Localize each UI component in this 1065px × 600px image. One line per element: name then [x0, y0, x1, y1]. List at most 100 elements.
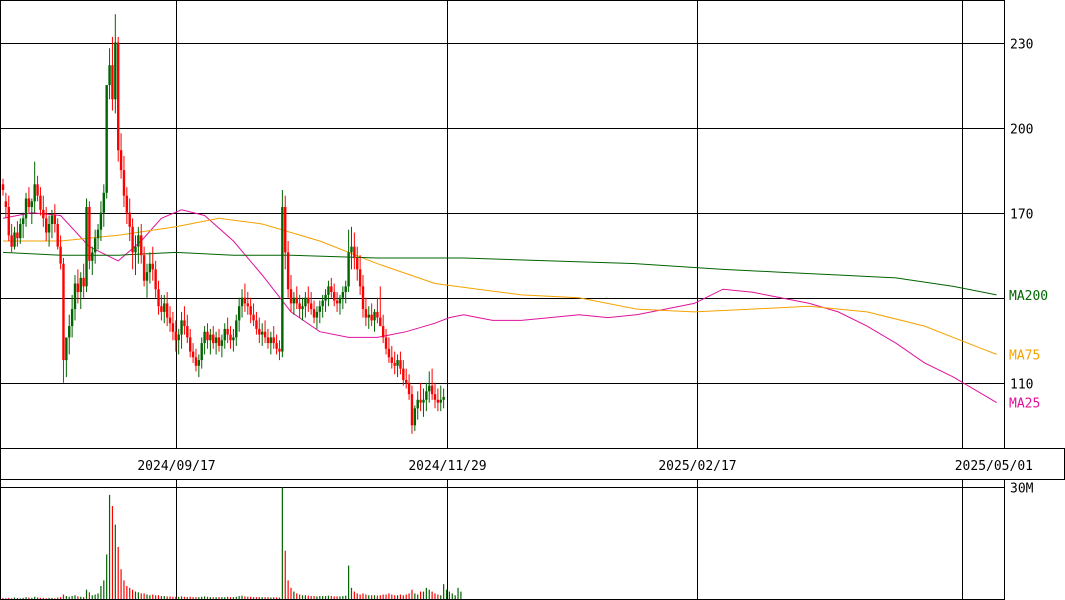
candle-down	[275, 343, 278, 349]
volume-bar	[201, 596, 203, 599]
candle-up	[223, 328, 226, 341]
volume-bar	[180, 596, 183, 599]
volume-bar	[134, 591, 137, 599]
volume-bar	[431, 591, 433, 599]
candle-down	[272, 337, 275, 344]
volume-bar	[322, 596, 324, 599]
candle-down	[295, 297, 298, 304]
candle-down	[165, 303, 169, 318]
candle-down	[56, 224, 59, 247]
candle-up	[321, 300, 324, 307]
candle-down	[168, 317, 172, 324]
volume-bar	[422, 591, 425, 599]
candle-up	[396, 360, 399, 366]
volume-bar	[348, 565, 350, 599]
volume-bar	[238, 596, 240, 599]
volume-bar	[83, 597, 85, 599]
volume-bar	[2, 597, 4, 599]
candle-down	[36, 184, 39, 196]
candle-down	[390, 357, 393, 363]
volume-bar	[232, 597, 234, 599]
candle-down	[154, 269, 157, 290]
volume-bar	[62, 594, 65, 599]
candle-up	[341, 292, 345, 298]
volume-bar	[229, 597, 232, 599]
volume-bar	[97, 593, 99, 599]
volume-bar	[31, 597, 33, 599]
volume-bar	[111, 506, 114, 599]
volume-bar	[28, 597, 30, 599]
candle-up	[304, 297, 307, 307]
price-tick-label: 200	[1010, 123, 1033, 138]
candle-down	[353, 246, 356, 259]
candle-down	[151, 263, 154, 270]
candle-down	[263, 331, 267, 338]
candle-down	[266, 337, 270, 344]
volume-bar	[299, 594, 301, 599]
volume-bar	[261, 597, 263, 599]
volume-bar	[25, 597, 27, 599]
volume-bar	[327, 595, 330, 599]
volume-bar	[270, 597, 272, 599]
candle-up	[347, 252, 350, 287]
candle-down	[128, 212, 131, 227]
volume-bar	[74, 595, 76, 599]
volume-bar	[114, 524, 116, 600]
candle-up	[134, 246, 137, 253]
candle-up	[79, 277, 82, 293]
volume-bar	[445, 589, 448, 599]
volume-bar	[80, 596, 82, 599]
candle-up	[96, 229, 100, 239]
candle-down	[364, 309, 368, 318]
volume-bar	[408, 593, 410, 599]
volume-bar	[402, 595, 404, 599]
volume-bar	[155, 595, 157, 599]
candle-down	[160, 306, 163, 312]
candle-up	[70, 309, 74, 327]
candle-up	[137, 235, 140, 247]
volume-bar	[178, 596, 180, 599]
volume-bar	[258, 597, 260, 599]
candle-down	[436, 399, 440, 403]
volume-bar	[333, 596, 335, 599]
candle-up	[50, 215, 54, 224]
volume-bar	[120, 569, 122, 599]
candle-down	[407, 382, 411, 395]
volume-bar	[247, 596, 249, 599]
volume-bar	[183, 596, 186, 599]
volume-bar	[365, 594, 367, 599]
volume-bar	[160, 596, 162, 599]
candle-down	[309, 303, 313, 310]
volume-bar	[94, 594, 96, 599]
volume-panel-frame	[0, 479, 1005, 600]
volume-bar	[353, 591, 355, 599]
volume-bar	[77, 596, 79, 599]
candle-up	[350, 246, 353, 253]
candle-down	[284, 206, 287, 253]
price-tick-label: 230	[1010, 38, 1033, 53]
volume-bar	[212, 597, 214, 599]
volume-bar	[330, 596, 332, 599]
volume-bar	[359, 594, 361, 599]
candle-down	[289, 289, 293, 304]
candle-up	[102, 192, 105, 213]
volume-bar	[34, 596, 36, 599]
volume-bar	[149, 595, 151, 599]
volume-bar	[411, 589, 413, 599]
candle-down	[206, 331, 209, 341]
candle-down	[189, 337, 192, 352]
volume-bar	[123, 580, 125, 599]
volume-bar	[103, 580, 105, 599]
candle-down	[330, 286, 333, 293]
volume-bar	[339, 596, 341, 599]
volume-bar	[186, 597, 188, 599]
date-tick-label: 2024/09/17	[137, 459, 215, 474]
volume-bar	[448, 591, 450, 599]
candle-up	[200, 343, 203, 361]
volume-bar	[36, 597, 39, 599]
volume-bar	[396, 595, 399, 599]
candle-down	[243, 297, 247, 304]
volume-bar	[126, 585, 128, 599]
candle-up	[148, 263, 152, 273]
volume-bar	[13, 597, 16, 599]
